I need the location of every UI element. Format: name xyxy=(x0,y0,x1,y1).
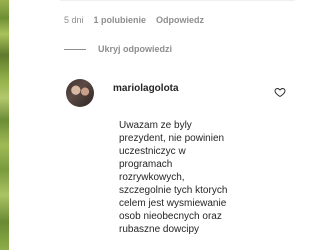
reply-button[interactable]: Odpowiedz xyxy=(156,14,204,26)
background-image-strip xyxy=(0,0,9,250)
comment-meta-row: 5 dni 1 polubienie Odpowiedz xyxy=(64,14,204,26)
hide-replies-button[interactable]: Ukryj odpowiedzi xyxy=(64,44,172,54)
comment-likes-count[interactable]: 1 polubienie xyxy=(94,14,147,26)
divider xyxy=(60,0,295,1)
comment-username[interactable]: mariolagolota xyxy=(113,83,179,94)
heart-icon[interactable] xyxy=(274,86,286,98)
avatar[interactable] xyxy=(66,79,94,107)
hide-replies-line xyxy=(64,48,86,50)
comments-panel: 5 dni 1 polubienie Odpowiedz Ukryj odpow… xyxy=(9,0,300,250)
hide-replies-label: Ukryj odpowiedzi xyxy=(98,44,173,54)
comment-body: Uwazam ze byly prezydent, nie powinien u… xyxy=(119,120,228,235)
comment-timestamp[interactable]: 5 dni xyxy=(64,14,84,26)
